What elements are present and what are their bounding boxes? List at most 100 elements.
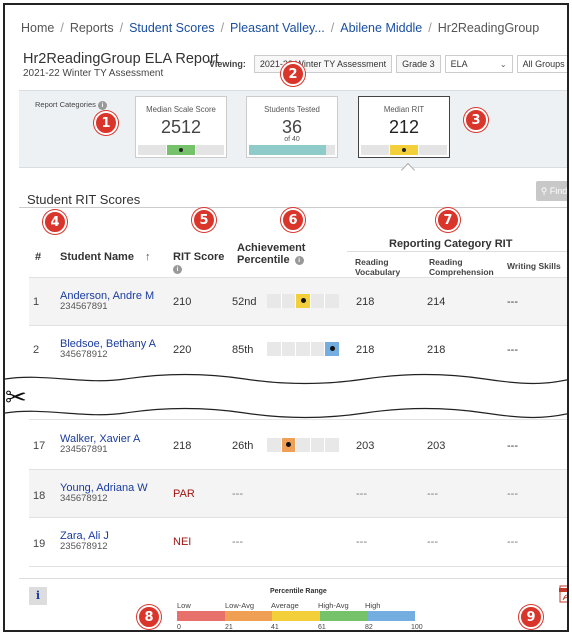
- rit-score: 220: [173, 344, 192, 356]
- assessment-selector[interactable]: 2021-22 Winter TY Assessment: [253, 55, 393, 73]
- legend-tick: 21: [225, 624, 233, 631]
- card-value: 36: [281, 117, 303, 137]
- info-icon[interactable]: i: [173, 264, 182, 274]
- student-id: 234567891: [60, 444, 108, 455]
- info-icon[interactable]: i: [97, 100, 107, 110]
- subject-dropdown[interactable]: ELA ⌄: [444, 55, 513, 73]
- breadcrumb-student-scores[interactable]: Student Scores: [129, 21, 214, 35]
- percentile-bar: [267, 342, 339, 356]
- percentile-value: 26th: [232, 440, 254, 452]
- score-marker: [179, 148, 183, 152]
- rit-score: PAR: [173, 488, 195, 500]
- legend-label-average: Average: [271, 601, 299, 610]
- student-id: 234567891: [60, 301, 108, 312]
- legend-swatch-low-avg: [224, 611, 273, 621]
- pdf-icon[interactable]: [559, 585, 569, 603]
- callout-badge-2: 2: [281, 62, 305, 86]
- legend-tick: 100: [411, 624, 423, 631]
- student-cell: Anderson, Andre M 234567891: [60, 290, 154, 312]
- callout-badge-3: 3: [464, 108, 488, 132]
- col-header-percentile-label: Percentile: [237, 254, 290, 266]
- callout-badge-1: 1: [94, 111, 118, 135]
- callout-badge-9: 9: [519, 605, 543, 629]
- legend-label-high-avg: High-Avg: [318, 601, 349, 610]
- student-id: 345678912: [60, 493, 108, 504]
- groups-dropdown[interactable]: All Groups⌄: [516, 55, 567, 73]
- callout-badge-5: 5: [192, 208, 216, 232]
- table-row: 1 Anderson, Andre M 234567891 210 52nd 21…: [29, 277, 567, 325]
- percentile-bar: [267, 438, 339, 452]
- row-number: 18: [33, 490, 46, 502]
- breadcrumb-reports[interactable]: Reports: [70, 21, 114, 35]
- viewing-label: Viewing:: [209, 59, 246, 69]
- percentile-bar: [267, 294, 339, 308]
- col-header-rit-label: RIT Score: [173, 251, 225, 263]
- chevron-down-icon: ⌄: [499, 59, 507, 69]
- student-cell: Walker, Xavier A 234567891: [60, 433, 140, 455]
- callout-badge-4: 4: [43, 210, 67, 234]
- breadcrumb-home[interactable]: Home: [21, 21, 54, 35]
- col-header-name-label: Student Name: [60, 251, 134, 263]
- search-icon: ⚲: [540, 186, 548, 196]
- torn-edge-graphic: [5, 373, 567, 419]
- median-scale-score-card[interactable]: Median Scale Score 2512: [135, 96, 227, 158]
- col-header-reading-vocabulary[interactable]: Reading Vocabulary: [355, 257, 417, 277]
- percentile-value: ---: [232, 536, 243, 548]
- footer-divider: [19, 578, 567, 579]
- assessment-value: 2021-22 Winter TY Assessment: [259, 59, 387, 69]
- breadcrumb: Home / Reports / Student Scores / Pleasant Val…: [21, 21, 540, 35]
- omitted-rows-break: [5, 373, 567, 419]
- breadcrumb-school[interactable]: Abilene Middle: [340, 21, 422, 35]
- report-categories-text: Report Categories: [35, 100, 96, 109]
- reading-comprehension-score: 218: [427, 344, 446, 356]
- scissors-icon: ✂: [5, 383, 27, 413]
- row-number: 1: [33, 296, 40, 308]
- tested-progress-bar: [249, 145, 335, 155]
- table-row: 18 Young, Adriana W 345678912 PAR --- ---…: [29, 469, 567, 517]
- info-button[interactable]: i: [29, 587, 47, 605]
- median-rit-card[interactable]: Median RIT 212: [358, 96, 450, 158]
- col-header-rit[interactable]: RIT Score i: [173, 251, 224, 275]
- col-header-name[interactable]: Student Name ↑: [60, 251, 151, 263]
- student-cell: Bledsoe, Bethany A 345678912: [60, 338, 156, 360]
- page-title: Hr2ReadingGroup ELA Report: [23, 51, 219, 67]
- card-value: 2512: [160, 117, 202, 137]
- callout-badge-6: 6: [281, 208, 305, 232]
- table-row: 2 Bledsoe, Bethany A 345678912 220 85th 2…: [29, 325, 567, 375]
- find-button[interactable]: ⚲ Find: [536, 181, 567, 201]
- legend-swatch-high: [367, 611, 415, 621]
- info-icon[interactable]: i: [294, 255, 304, 265]
- student-id: 345678912: [60, 349, 108, 360]
- legend-swatch-high-avg: [319, 611, 368, 621]
- report-frame: Home / Reports / Student Scores / Pleasant Val…: [3, 3, 569, 632]
- grade-value: Grade 3: [402, 59, 435, 69]
- tested-progress-fill: [249, 145, 327, 155]
- student-cell: Young, Adriana W 345678912: [60, 482, 148, 504]
- breadcrumb-district[interactable]: Pleasant Valley...: [230, 21, 325, 35]
- table-row: 17 Walker, Xavier A 234567891 218 26th 20…: [29, 419, 567, 469]
- reading-comprehension-score: 203: [427, 440, 446, 452]
- percentile-range-legend: [177, 611, 415, 621]
- viewing-filters: Viewing: 2021-22 Winter TY Assessment Gr…: [209, 55, 567, 73]
- legend-swatch-low: [177, 611, 225, 621]
- legend-tick: 0: [177, 624, 181, 631]
- col-header-writing-skills[interactable]: Writing Skills: [507, 261, 561, 271]
- reading-comprehension-score: ---: [427, 488, 438, 500]
- students-tested-card[interactable]: Students Tested 36 of 40: [246, 96, 338, 158]
- col-header-num: #: [35, 251, 42, 263]
- reading-vocabulary-score: 218: [356, 296, 375, 308]
- writing-skills-score: ---: [507, 344, 518, 356]
- student-cell: Zara, Ali J 235678912: [60, 530, 109, 552]
- grade-selector[interactable]: Grade 3: [396, 55, 441, 73]
- legend-title: Percentile Range: [270, 588, 327, 595]
- sort-arrow-up-icon[interactable]: ↑: [145, 251, 151, 263]
- subject-value: ELA: [450, 59, 468, 69]
- reading-comprehension-score: ---: [427, 536, 438, 548]
- col-header-reading-comprehension[interactable]: Reading Comprehension: [429, 257, 503, 277]
- col-header-achievement-label: Achievement: [237, 242, 306, 254]
- callout-badge-7: 7: [436, 208, 460, 232]
- card-range-bar: [138, 145, 224, 155]
- col-header-achievement[interactable]: Achievement Percentile i: [237, 242, 305, 266]
- rit-score: NEI: [173, 536, 192, 548]
- legend-label-low-avg: Low-Avg: [225, 601, 255, 610]
